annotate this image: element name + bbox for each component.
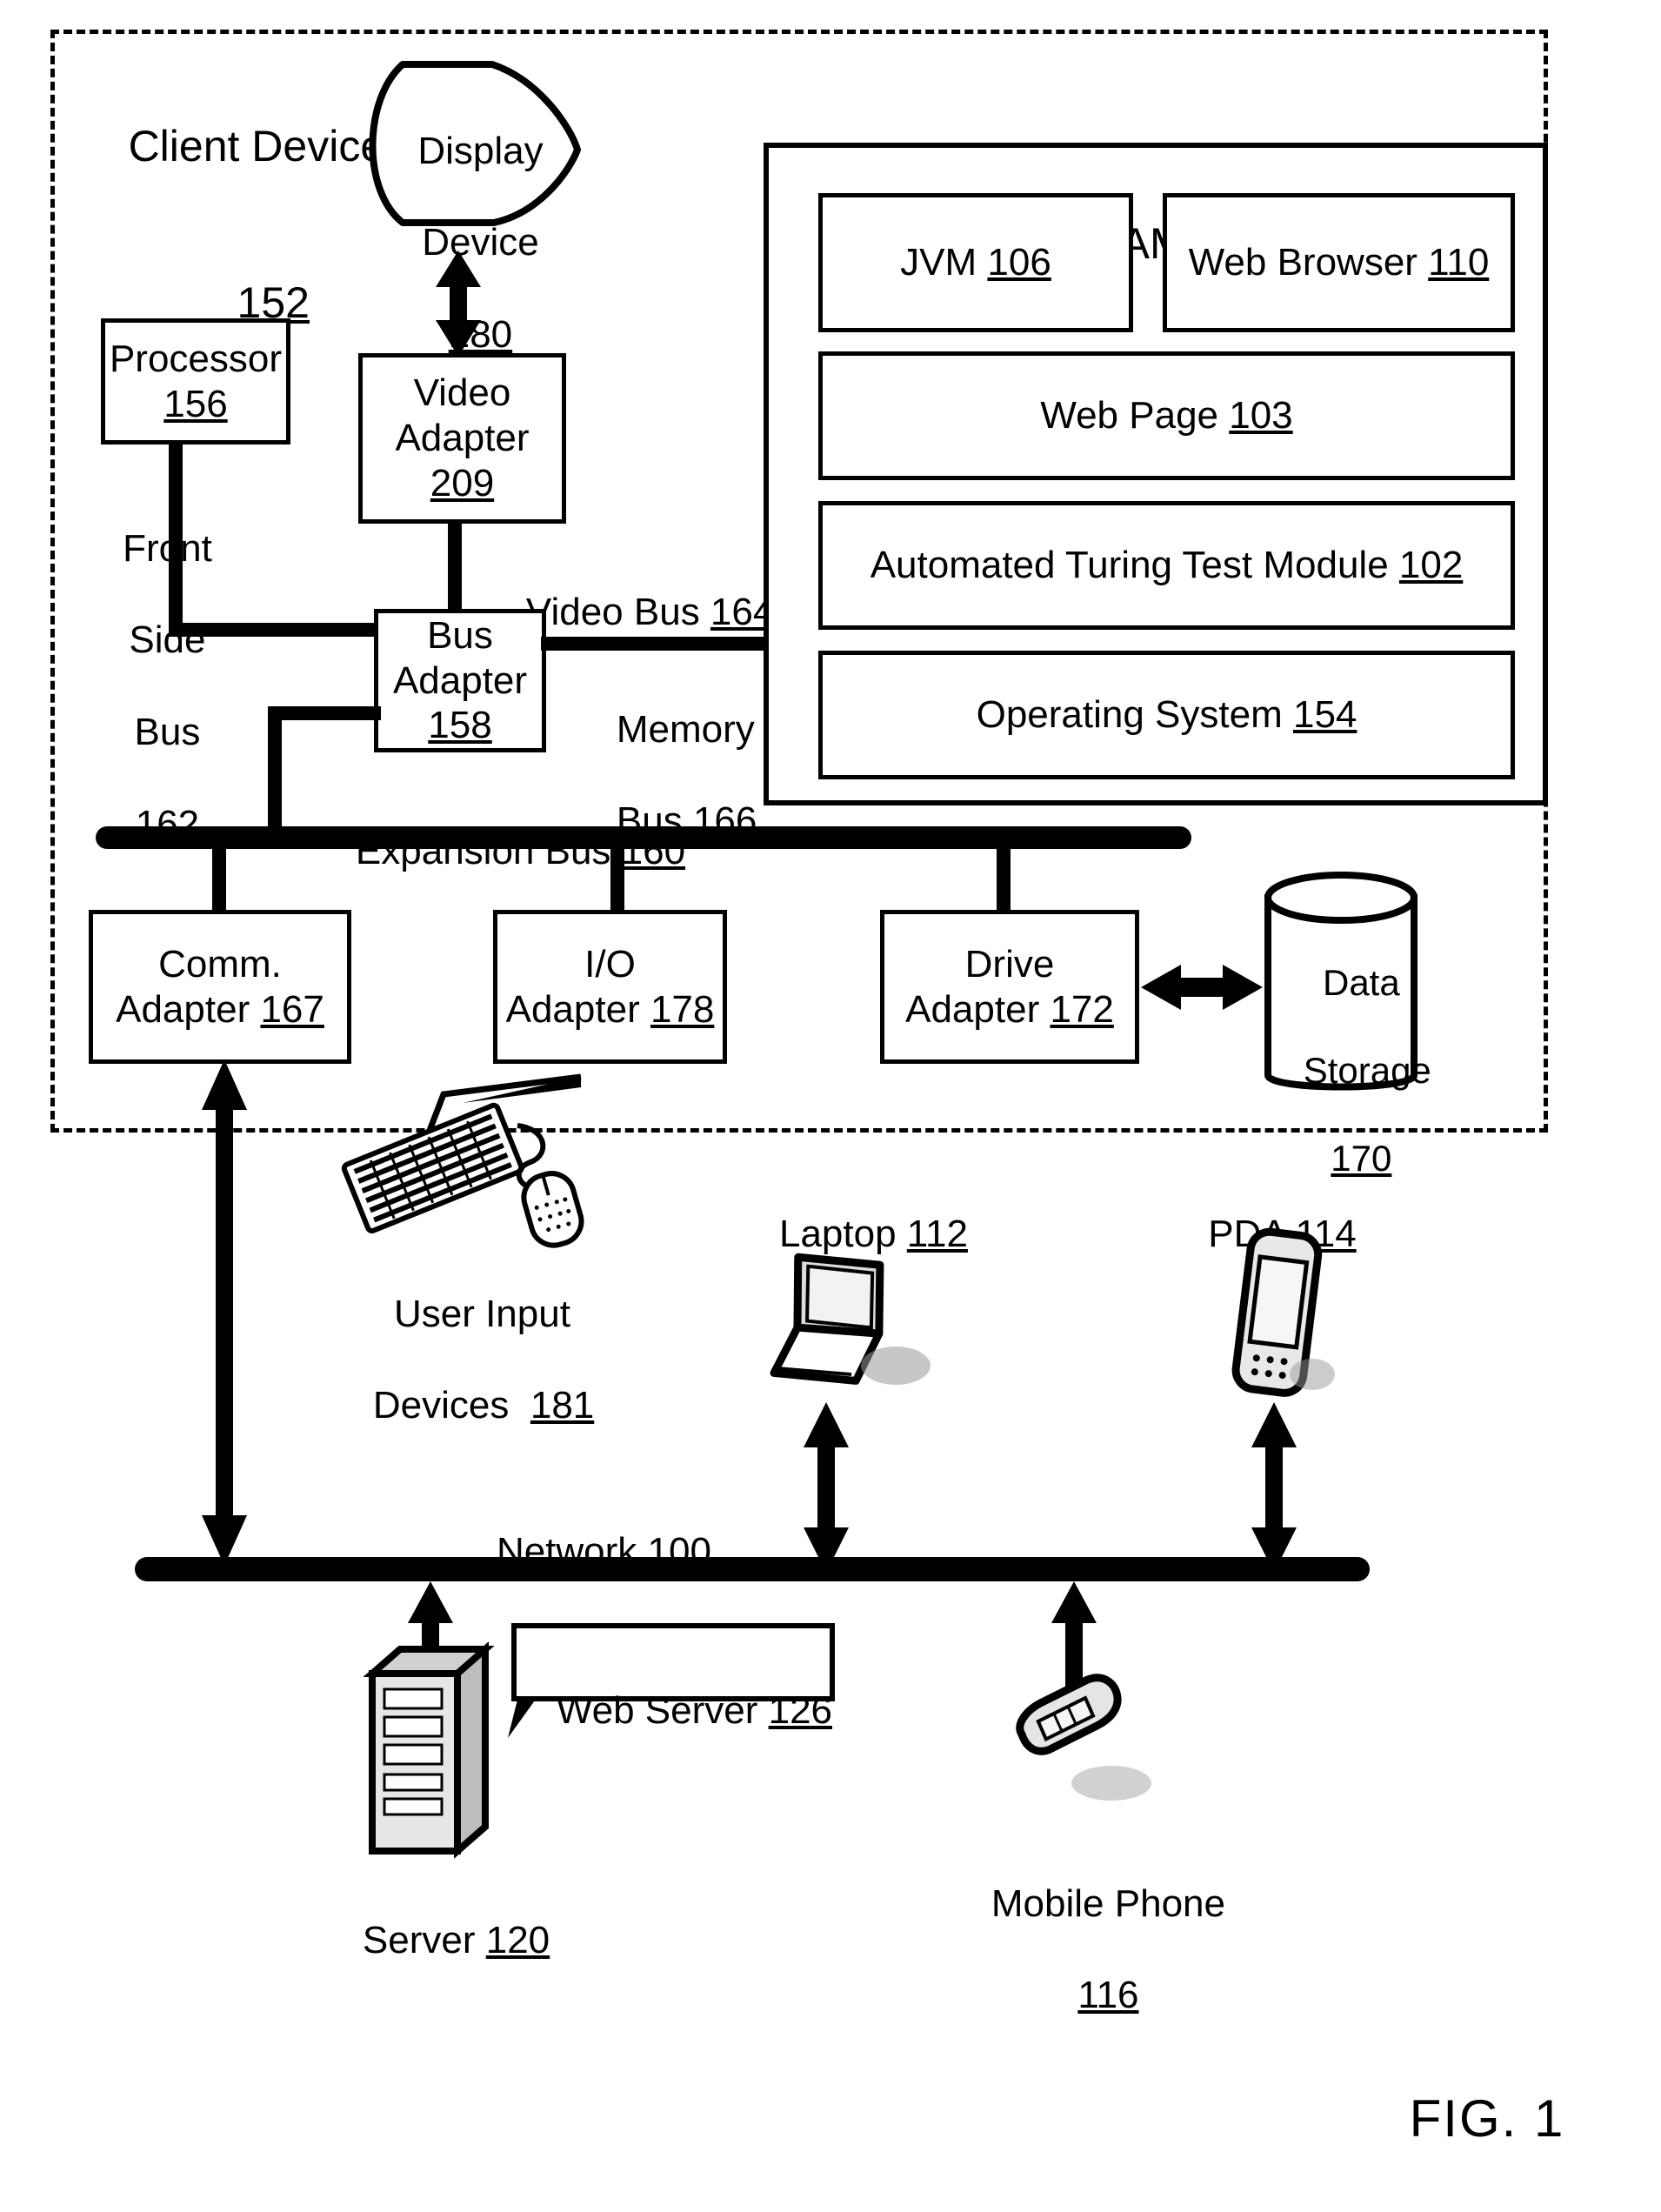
ram-module-attm-label: Automated Turing Test Module 102 [871, 543, 1464, 588]
operating-system-text: Operating System [976, 693, 1293, 737]
video-adapter-box[interactable]: Video Adapter 209 [358, 353, 566, 524]
pda-network-arrow [1251, 1402, 1297, 1573]
figure-caption: FIG. 1 [1409, 2089, 1565, 2148]
client-device-title: Client Device [128, 122, 385, 170]
figure-sheet: Client Device 152 Display Device 180 Pro… [0, 0, 1661, 2212]
user-input-devices-text: Devices [372, 1384, 530, 1427]
ram-module-web-page-label: Web Page 103 [1040, 393, 1292, 438]
expansion-bus-wire-horizontal [268, 706, 381, 720]
laptop-icon [770, 1253, 931, 1385]
video-adapter-line2: Adapter [395, 417, 530, 460]
display-device-line1: Display [417, 129, 544, 172]
web-server-number: 126 [768, 1688, 833, 1732]
comm-adapter-number: 167 [260, 987, 324, 1031]
jvm-number: 106 [987, 241, 1051, 284]
comm-adapter-text: Adapter [116, 987, 261, 1031]
bus-adapter-box[interactable]: Bus Adapter 158 [374, 609, 546, 752]
video-bus-wire [448, 520, 462, 612]
memory-bus-line1: Memory [616, 707, 755, 751]
display-video-arrow [436, 251, 481, 357]
user-input-devices-number: 181 [530, 1384, 595, 1427]
ram-module-web-page[interactable]: Web Page 103 [818, 351, 1515, 480]
expansion-drop-drive [997, 845, 1011, 915]
comm-adapter-line1: Comm. [158, 942, 282, 986]
data-storage-line1: Data [1322, 962, 1400, 1004]
user-input-devices-icon [341, 1073, 584, 1248]
bus-adapter-line2: Adapter [392, 658, 528, 702]
memory-bus-wire [541, 637, 769, 651]
video-adapter-number: 209 [430, 461, 495, 505]
mobile-phone-label: Mobile Phone 116 [939, 1835, 1235, 2065]
ram-module-jvm[interactable]: JVM 106 [818, 193, 1133, 332]
front-side-bus-wire-horizontal [169, 623, 377, 637]
comm-network-arrow [202, 1059, 247, 1566]
expansion-drop-comm [212, 845, 226, 915]
ram-module-jvm-label: JVM 106 [900, 240, 1051, 285]
ram-module-operating-system[interactable]: Operating System 154 [818, 651, 1515, 779]
drive-adapter-number: 172 [1050, 987, 1114, 1031]
comm-adapter-box[interactable]: Comm. Adapter 167 [89, 910, 351, 1064]
web-server-text: Web Server [556, 1688, 769, 1732]
drive-adapter-line1: Drive [964, 942, 1055, 986]
web-page-number: 103 [1229, 394, 1293, 438]
io-adapter-text: Adapter [505, 987, 650, 1031]
web-browser-number: 110 [1428, 241, 1490, 284]
mobile-phone-number: 116 [1077, 1974, 1139, 2017]
server-label: Server 120 [320, 1872, 550, 2009]
drive-adapter-text: Adapter [905, 987, 1051, 1031]
processor-box[interactable]: Processor 156 [101, 318, 290, 444]
user-input-devices-label: User Input Devices 181 [330, 1246, 595, 1475]
user-input-devices-line1: User Input [393, 1292, 570, 1335]
web-server-label: Web Server 126 [511, 1642, 835, 1780]
web-browser-text: Web Browser [1188, 241, 1429, 284]
processor-label: Processor [109, 337, 283, 380]
server-text: Server [362, 1918, 486, 1961]
video-bus-text: Video Bus [525, 590, 710, 633]
pda-icon [1231, 1227, 1335, 1397]
data-storage-line2: Storage [1303, 1050, 1431, 1092]
jvm-text: JVM [900, 241, 988, 284]
io-adapter-line1: I/O [584, 942, 636, 986]
comm-adapter-line2: Adapter 167 [116, 987, 324, 1032]
io-adapter-number: 178 [650, 987, 715, 1031]
ram-module-automated-turing-test-module[interactable]: Automated Turing Test Module 102 [818, 501, 1515, 630]
io-adapter-box[interactable]: I/O Adapter 178 [493, 910, 727, 1064]
operating-system-number: 154 [1292, 693, 1357, 737]
drive-adapter-box[interactable]: Drive Adapter 172 [880, 910, 1139, 1064]
front-side-bus-line3: Bus [134, 710, 201, 753]
drive-adapter-line2: Adapter 172 [905, 987, 1114, 1032]
expansion-bus-wire-vertical [268, 706, 282, 833]
bus-adapter-line1: Bus [427, 613, 493, 657]
ram-module-web-browser-label: Web Browser 110 [1189, 240, 1490, 285]
front-side-bus-line1: Front [123, 526, 212, 570]
ram-module-os-label: Operating System 154 [977, 692, 1357, 738]
web-page-text: Web Page [1040, 394, 1230, 438]
processor-number: 156 [163, 382, 228, 425]
front-side-bus-wire-vertical [169, 442, 183, 637]
attm-text: Automated Turing Test Module [870, 544, 1399, 587]
ram-module-web-browser[interactable]: Web Browser 110 [1163, 193, 1515, 332]
io-adapter-line2: Adapter 178 [506, 987, 715, 1032]
expansion-drop-io [610, 845, 624, 915]
server-number: 120 [485, 1918, 550, 1961]
attm-number: 102 [1398, 544, 1464, 587]
drive-storage-arrow [1141, 965, 1263, 1010]
laptop-network-arrow [804, 1402, 849, 1573]
expansion-bus-bar [96, 826, 1191, 849]
network-bus-bar [135, 1557, 1370, 1581]
bus-adapter-number: 158 [428, 704, 492, 747]
video-adapter-line1: Video [413, 371, 511, 415]
mobile-phone-line1: Mobile Phone [991, 1881, 1225, 1925]
mobile-phone-icon [1016, 1674, 1151, 1801]
